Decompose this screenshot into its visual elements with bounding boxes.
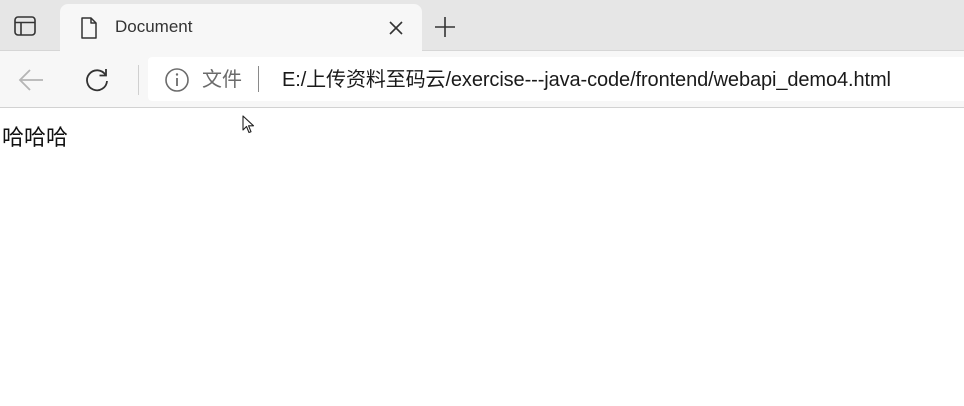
document-icon	[81, 17, 97, 39]
browser-window: Document 文件 E:/上传资料至码云/exercise---java-c…	[0, 0, 964, 406]
site-info-divider	[258, 66, 259, 92]
tab-actions-button[interactable]	[6, 8, 44, 44]
refresh-icon	[86, 69, 108, 92]
new-tab-button[interactable]	[430, 12, 460, 42]
tab-strip: Document	[0, 0, 964, 51]
site-info-label[interactable]: 文件	[202, 68, 242, 92]
tab-document[interactable]: Document	[60, 4, 422, 51]
page-text: 哈哈哈	[2, 125, 69, 150]
tab-close-button[interactable]	[384, 16, 408, 40]
back-arrow-icon	[18, 69, 43, 91]
toolbar: 文件 E:/上传资料至码云/exercise---java-code/front…	[0, 51, 964, 108]
url-text[interactable]: E:/上传资料至码云/exercise---java-code/frontend…	[282, 68, 891, 92]
back-button[interactable]	[14, 63, 48, 97]
mouse-cursor-icon	[242, 115, 255, 134]
address-bar[interactable]: 文件 E:/上传资料至码云/exercise---java-code/front…	[148, 57, 964, 101]
plus-icon	[435, 17, 455, 37]
tab-actions-icon	[14, 16, 36, 36]
info-icon[interactable]	[164, 67, 190, 93]
page-content: 哈哈哈	[0, 108, 964, 406]
refresh-button[interactable]	[80, 63, 114, 97]
toolbar-divider	[138, 65, 139, 95]
tab-title: Document	[115, 17, 193, 36]
close-icon	[389, 21, 403, 35]
